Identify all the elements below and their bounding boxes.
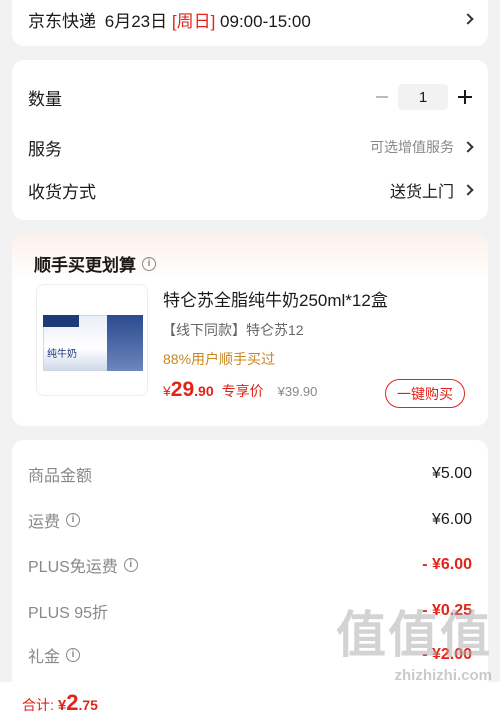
options-card: 数量 1 服务 可选增值服务 收货方式 送货上门 <box>12 60 488 220</box>
summary-label: 运费 <box>28 514 61 531</box>
summary-row-plus-free-shipping: PLUS免运费 i - ¥6.00 <box>28 553 472 577</box>
service-value: 可选增值服务 <box>370 139 454 155</box>
info-icon[interactable]: i <box>66 513 81 527</box>
info-icon[interactable]: i <box>123 558 138 572</box>
quantity-input[interactable]: 1 <box>398 84 448 110</box>
chevron-right-icon <box>462 141 474 153</box>
price-symbol: ¥ <box>163 383 171 399</box>
total-price: 合计: ¥ 2 .75 <box>22 690 98 716</box>
total-dec: .75 <box>78 697 98 713</box>
total-label: 合计: <box>22 697 54 713</box>
price-int: 29 <box>170 378 195 401</box>
shipping-row[interactable]: 收货方式 送货上门 <box>28 177 474 203</box>
delivery-time: 09:00-15:00 <box>220 11 311 31</box>
summary-value: ¥6.00 <box>431 511 472 528</box>
delivery-card: 京东快递 6月23日 [周日] 09:00-15:00 <box>12 0 488 46</box>
chevron-right-icon <box>462 184 474 196</box>
summary-value: ¥5.00 <box>431 465 472 482</box>
delivery-carrier: 京东快递 <box>28 11 96 31</box>
product-price: ¥ 29 .90 专享价 ¥39.90 <box>163 378 317 402</box>
buy-button[interactable]: 一键购买 <box>385 379 465 408</box>
bottom-total-bar: 合计: ¥ 2 .75 <box>0 682 500 720</box>
summary-label: 商品金额 <box>28 468 93 485</box>
total-symbol: ¥ <box>57 697 67 714</box>
product-social-proof: 88%用户顺手买过 <box>163 351 276 367</box>
delivery-row[interactable]: 京东快递 6月23日 [周日] 09:00-15:00 <box>28 6 474 32</box>
service-row[interactable]: 服务 可选增值服务 <box>28 134 474 160</box>
original-price: ¥39.90 <box>277 384 318 399</box>
product-tag: 【线下同款】特仑苏12 <box>162 322 304 338</box>
quantity-label: 数量 <box>28 89 62 109</box>
total-int: 2 <box>66 690 79 715</box>
summary-label: PLUS免运费 <box>28 559 118 576</box>
quantity-row: 数量 1 <box>28 84 472 110</box>
price-dec: .90 <box>194 383 214 399</box>
summary-label: PLUS 95折 <box>28 605 109 622</box>
product-image-text: 纯牛奶 <box>47 349 77 360</box>
quantity-stepper: 1 <box>376 84 472 110</box>
plus-icon[interactable] <box>458 90 472 104</box>
delivery-weekday: [周日] <box>171 11 216 31</box>
shipping-value: 送货上门 <box>389 184 454 201</box>
info-icon[interactable]: i <box>66 648 81 662</box>
minus-icon[interactable] <box>376 96 388 98</box>
price-label: 专享价 <box>221 383 264 399</box>
chevron-right-icon <box>462 13 474 25</box>
info-icon[interactable]: i <box>142 256 156 271</box>
service-label: 服务 <box>28 139 62 159</box>
delivery-date: 6月23日 <box>104 11 168 31</box>
product-name[interactable]: 特仑苏全脂纯牛奶250ml*12盒 <box>163 286 388 311</box>
summary-row-goods: 商品金额 ¥5.00 <box>28 462 472 486</box>
summary-row-shipping: 运费 i ¥6.00 <box>28 508 472 532</box>
shipping-label: 收货方式 <box>28 182 96 202</box>
watermark: 值值值 zhizhizhi.com <box>336 595 492 684</box>
summary-label: 礼金 <box>28 649 61 666</box>
upsell-card: 顺手买更划算 i 纯牛奶 特仑苏全脂纯牛奶250ml*12盒 【线下同款】特仑苏… <box>12 234 488 426</box>
product-image[interactable]: 纯牛奶 <box>36 284 148 396</box>
watermark-logo: 值值值 <box>336 607 492 663</box>
upsell-title: 顺手买更划算 <box>34 256 136 275</box>
summary-value: - ¥6.00 <box>422 556 472 573</box>
